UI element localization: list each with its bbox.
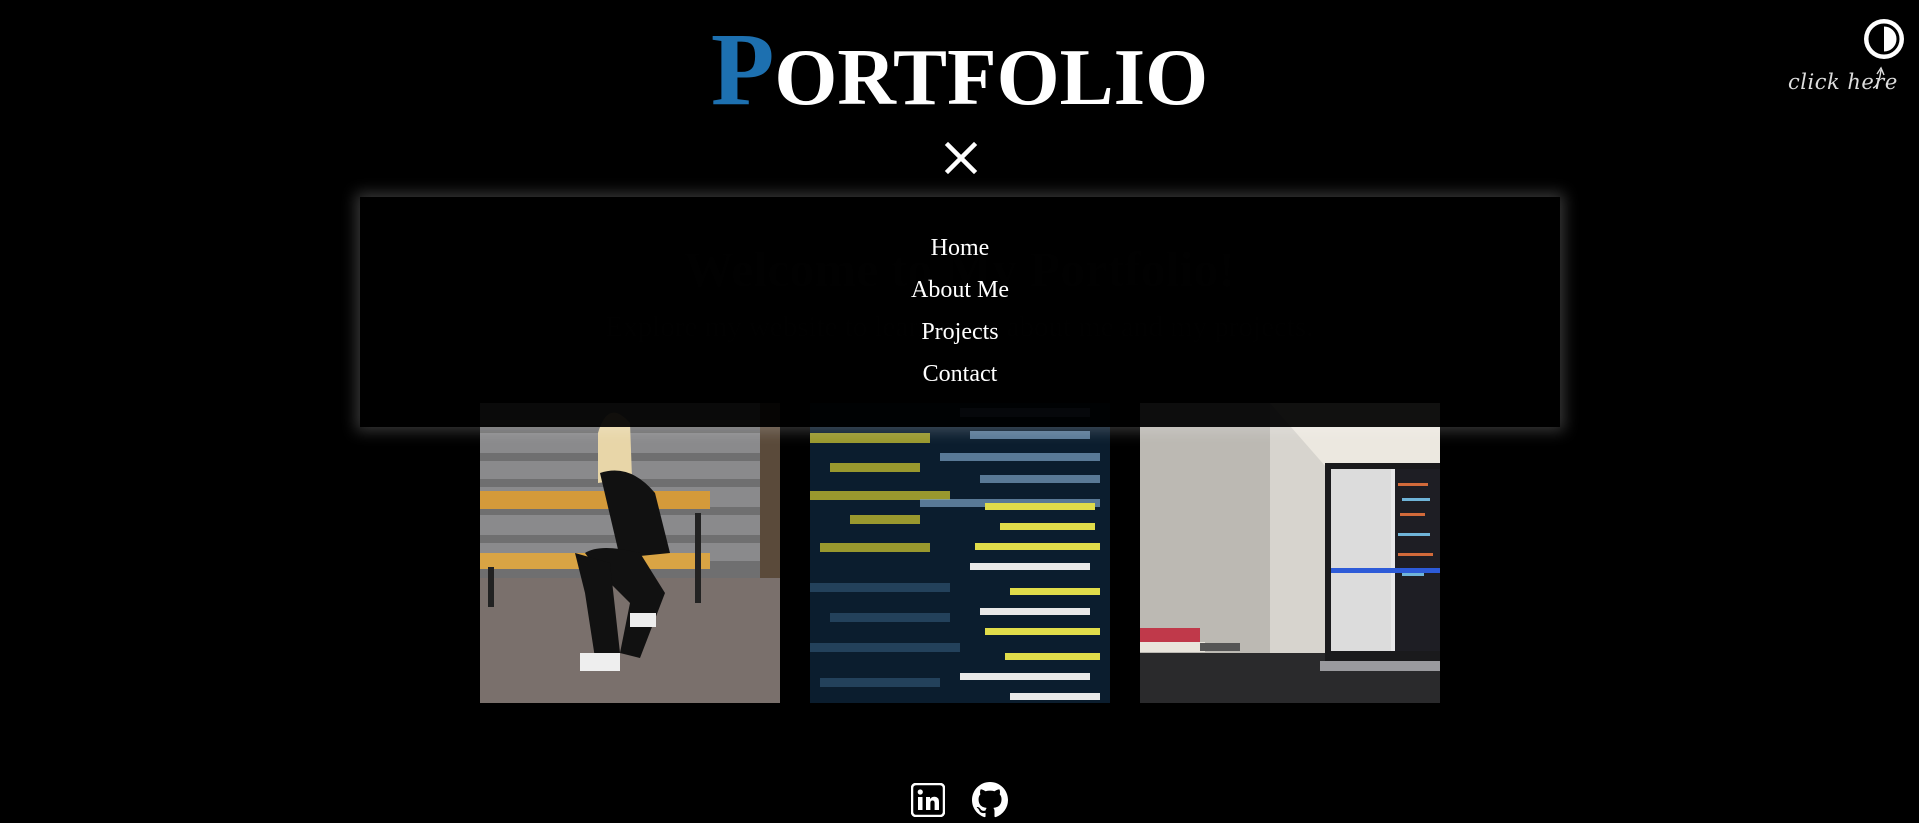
half-circle-contrast-icon	[1864, 19, 1904, 59]
logo-rest: ORTFOLIO	[774, 32, 1209, 122]
close-menu-button[interactable]	[943, 140, 979, 176]
github-icon	[972, 782, 1008, 818]
nav-link-projects[interactable]: Projects	[921, 319, 998, 345]
site-logo[interactable]: PORTFOLIO	[0, 18, 1919, 122]
nav-item-home: Home	[360, 227, 1560, 269]
gallery-image-woman-bench	[480, 403, 780, 703]
nav-item-projects: Projects	[360, 311, 1560, 353]
theme-toggle-button[interactable]	[1862, 17, 1906, 61]
close-icon	[944, 141, 978, 175]
arrow-up-icon	[1872, 66, 1885, 89]
linkedin-link[interactable]	[910, 782, 946, 818]
nav-link-about-me[interactable]: About Me	[911, 277, 1009, 303]
nav-item-contact: Contact	[360, 353, 1560, 395]
logo-first-letter: P	[710, 12, 775, 127]
github-link[interactable]	[972, 782, 1008, 818]
page: PORTFOLIO click here Welcome to My Portf…	[0, 0, 1919, 823]
gallery-image-code-screen	[810, 403, 1110, 703]
linkedin-icon	[910, 782, 946, 818]
gallery-image-laptop-desk	[1140, 403, 1440, 703]
nav-list: Home About Me Projects Contact	[360, 227, 1560, 395]
nav-link-contact[interactable]: Contact	[923, 361, 998, 387]
nav-menu: Home About Me Projects Contact	[360, 197, 1560, 427]
nav-link-home[interactable]: Home	[931, 235, 990, 261]
nav-item-about: About Me	[360, 269, 1560, 311]
